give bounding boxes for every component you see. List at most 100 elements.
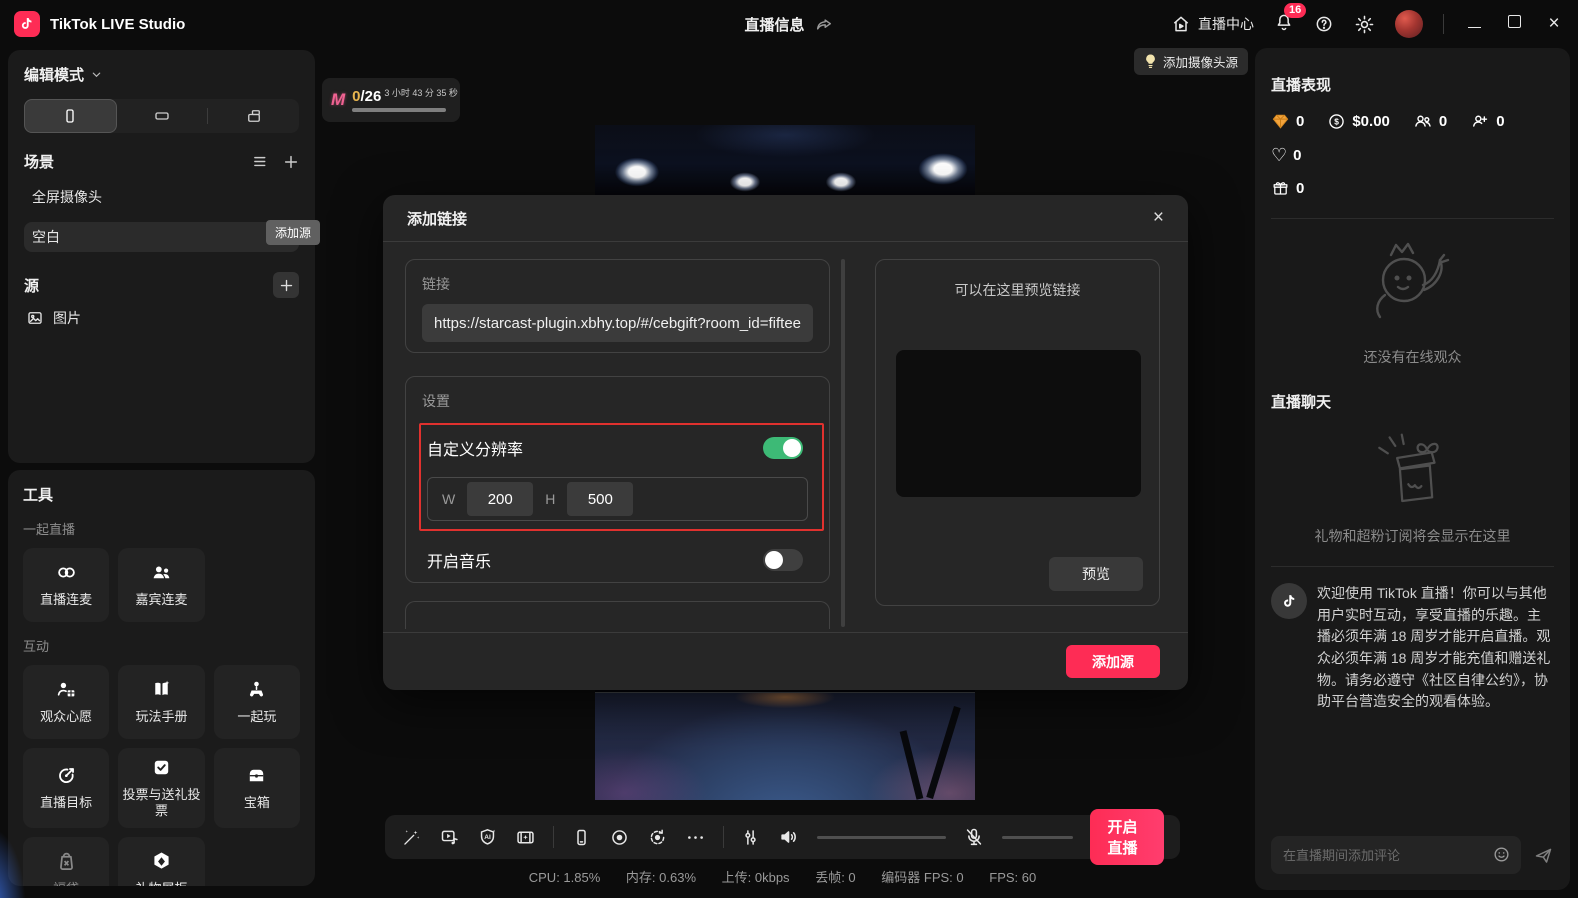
minimize-button[interactable]	[1464, 15, 1484, 33]
settings-label: 设置	[422, 391, 813, 411]
guests-icon	[150, 561, 173, 584]
help-icon[interactable]	[1314, 14, 1334, 34]
app-window: TikTok LIVE Studio 直播信息 直播中心 16	[0, 0, 1578, 898]
settings-gear-icon[interactable]	[1354, 14, 1375, 35]
modal-close-icon[interactable]: ×	[1153, 207, 1164, 229]
enhance-wand-icon[interactable]	[401, 827, 422, 848]
resolution-inputs: W H	[427, 477, 808, 521]
stat-new-followers: 0	[1470, 111, 1504, 131]
toolbar-divider	[553, 826, 554, 848]
share-icon[interactable]	[815, 15, 834, 34]
scene-list-icon[interactable]	[252, 153, 269, 170]
performance-title: 直播表现	[1271, 74, 1554, 95]
ai-badge-icon[interactable]: AI	[477, 827, 498, 848]
tool-card-polls[interactable]: 投票与送礼投票	[118, 748, 204, 828]
layout-tab-portrait[interactable]	[24, 99, 117, 133]
link-url-input[interactable]	[422, 304, 813, 342]
joystick-icon	[245, 678, 268, 701]
panel-divider	[1271, 218, 1554, 219]
user-avatar[interactable]	[1395, 10, 1423, 38]
send-icon[interactable]	[1533, 845, 1554, 866]
emoji-icon[interactable]	[1492, 845, 1511, 864]
tools-group-interact: 互动	[23, 636, 300, 655]
source-item-image[interactable]: 图片	[24, 308, 299, 328]
scene-item-fullscreen-camera[interactable]: 全屏摄像头	[24, 182, 299, 212]
close-button[interactable]: ×	[1544, 13, 1564, 35]
stat-gifts: 0	[1271, 179, 1554, 198]
link-rings-icon	[55, 561, 78, 584]
height-input[interactable]	[567, 482, 633, 516]
live-timer-badge[interactable]: M 0 /26 3 小时 43 分 35 秒	[322, 78, 460, 122]
scene-item-blank[interactable]: 空白	[24, 222, 299, 252]
live-center-button[interactable]: 直播中心	[1171, 14, 1254, 34]
tool-card-play-together[interactable]: 一起玩	[214, 665, 300, 739]
speaker-icon[interactable]	[778, 826, 800, 848]
scenes-header: 场景	[24, 151, 299, 172]
lightbulb-icon	[1144, 53, 1157, 70]
speaker-volume-slider[interactable]	[817, 836, 946, 839]
mobile-icon[interactable]	[571, 827, 592, 848]
cpu-stat: CPU: 1.85%	[529, 870, 601, 885]
microphone-muted-icon[interactable]	[963, 826, 985, 848]
source-item-label: 图片	[53, 308, 81, 328]
more-options-icon[interactable]	[685, 827, 706, 848]
add-source-button[interactable]	[273, 272, 299, 298]
modal-add-source-button[interactable]: 添加源	[1066, 645, 1160, 678]
person-plus-icon	[1470, 111, 1490, 131]
tiktok-logo-icon	[14, 11, 40, 37]
scenes-title: 场景	[24, 151, 54, 172]
tool-card-treasure-box[interactable]: 宝箱	[214, 748, 300, 828]
add-camera-tip-label: 添加摄像头源	[1163, 52, 1238, 71]
notifications-button[interactable]: 16	[1274, 12, 1294, 37]
go-live-button[interactable]: 开启直播	[1090, 809, 1164, 865]
comment-row	[1271, 836, 1554, 874]
tool-card-gift-showcase[interactable]: 礼物展柜	[118, 837, 204, 887]
lucky-bag-icon	[55, 850, 78, 873]
tool-card-playbook[interactable]: 玩法手册	[118, 665, 204, 739]
virtual-background-icon[interactable]	[515, 827, 536, 848]
app-title: TikTok LIVE Studio	[50, 16, 185, 33]
tool-card-lucky-bag[interactable]: 福袋	[23, 837, 109, 887]
mic-volume-slider[interactable]	[1002, 836, 1073, 839]
tool-card-live-match[interactable]: 直播连麦	[23, 548, 109, 622]
custom-resolution-label: 自定义分辨率	[427, 436, 523, 460]
encoder-fps-stat: 编码器 FPS: 0	[881, 870, 963, 885]
comment-input[interactable]	[1271, 836, 1521, 874]
maximize-button[interactable]	[1504, 15, 1524, 33]
music-toggle[interactable]	[763, 549, 803, 571]
stat-viewers: 0	[1413, 111, 1447, 131]
height-label: H	[545, 491, 555, 507]
record-icon[interactable]	[609, 827, 630, 848]
preview-button[interactable]: 预览	[1049, 557, 1143, 591]
sources-title: 源	[24, 275, 39, 296]
live-panel: 直播表现 0 $ $0.00 0	[1255, 48, 1570, 890]
tool-card-guest-match[interactable]: 嘉宾连麦	[118, 548, 204, 622]
tools-group-colive: 一起直播	[23, 519, 300, 538]
titlebar: TikTok LIVE Studio 直播信息 直播中心 16	[0, 0, 1578, 48]
waving-person-doodle	[1347, 233, 1479, 337]
layout-tab-landscape[interactable]	[117, 99, 208, 133]
stream-toolbar: AI 开启直播	[385, 815, 1180, 859]
camera-rotate-icon[interactable]	[647, 827, 668, 848]
chat-title: 直播聊天	[1271, 391, 1554, 412]
modal-scrollbar[interactable]	[841, 259, 845, 627]
width-input[interactable]	[467, 482, 533, 516]
add-scene-icon[interactable]	[283, 154, 299, 170]
panel-divider	[1271, 566, 1554, 567]
no-viewers-empty-state: 还没有在线观众	[1271, 233, 1554, 367]
tool-card-live-goal[interactable]: 直播目标	[23, 748, 109, 828]
media-music-icon[interactable]	[439, 827, 460, 848]
stat-likes: ♡ 0	[1271, 146, 1301, 164]
add-camera-tip[interactable]: 添加摄像头源	[1134, 48, 1248, 75]
gem-hexagon-icon	[150, 850, 173, 873]
scenes-panel: 编辑模式 场景	[8, 50, 315, 463]
performance-stats: 0 $ $0.00 0 0 ♡ 0	[1271, 111, 1554, 198]
edit-mode-dropdown[interactable]: 编辑模式	[24, 64, 299, 85]
home-icon	[1171, 14, 1191, 34]
audio-mixer-icon[interactable]	[740, 827, 761, 848]
custom-resolution-toggle[interactable]	[763, 437, 803, 459]
layout-tab-floating[interactable]	[208, 99, 299, 133]
fps-stat: FPS: 60	[989, 870, 1036, 885]
tool-card-wishlist[interactable]: 观众心愿	[23, 665, 109, 739]
system-welcome-message: 欢迎使用 TikTok 直播！你可以与其他用户实时互动，享受直播的乐趣。主播必须…	[1271, 583, 1554, 713]
